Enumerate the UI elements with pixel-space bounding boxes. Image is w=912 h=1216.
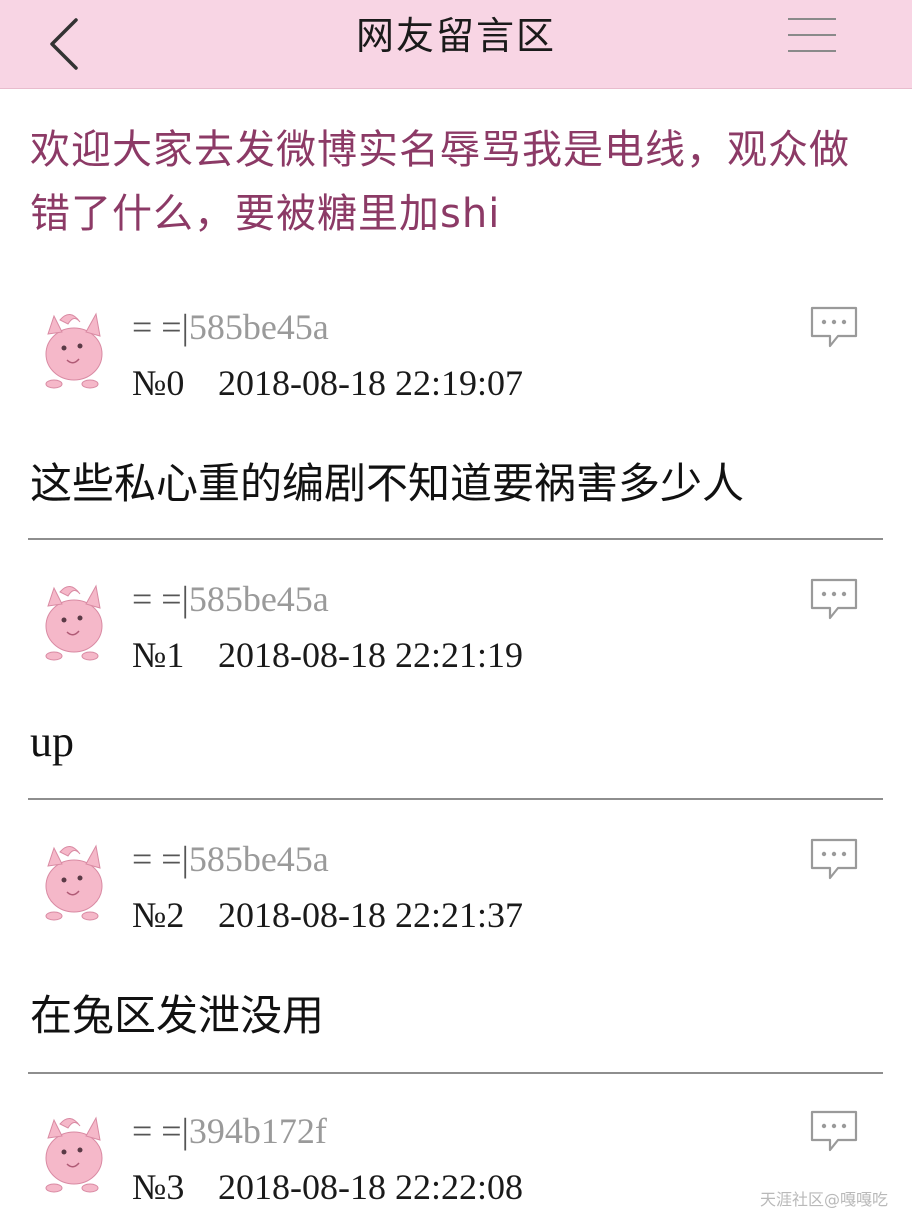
username[interactable]: = =|585be45a xyxy=(132,306,329,348)
username[interactable]: = =|585be45a xyxy=(132,578,329,620)
floor-number: №3 xyxy=(132,1167,185,1207)
user-id: 585be45a xyxy=(188,579,329,619)
reply-bubble-icon[interactable] xyxy=(808,1108,860,1154)
watermark: 天涯社区@嘎嘎吃 xyxy=(760,1190,889,1209)
avatar xyxy=(45,584,103,661)
floor-number: №0 xyxy=(132,363,185,403)
user-id: 394b172f xyxy=(188,1111,327,1151)
top-bar: 网友留言区 xyxy=(0,0,912,89)
post-meta: №3 2018-08-18 22:22:08 xyxy=(132,1166,523,1208)
divider xyxy=(28,798,883,800)
avatar xyxy=(45,844,103,921)
avatar xyxy=(45,1116,103,1193)
post-meta: №2 2018-08-18 22:21:37 xyxy=(132,894,523,936)
hamburger-menu-icon xyxy=(788,18,836,20)
comment-content: 在兔区发泄没用 xyxy=(30,991,325,1040)
page-title: 网友留言区 xyxy=(355,14,556,58)
post-time: 2018-08-18 22:19:07 xyxy=(218,363,523,403)
user-id: 585be45a xyxy=(188,839,329,879)
username-prefix: = =| xyxy=(132,307,189,347)
topic-title: 欢迎大家去发微博实名辱骂我是电线，观众做错了什么，要被糖里加shi xyxy=(30,127,850,237)
username-prefix: = =| xyxy=(132,579,189,619)
post-meta: №1 2018-08-18 22:21:19 xyxy=(132,634,523,676)
post-time: 2018-08-18 22:22:08 xyxy=(218,1167,523,1207)
post-time: 2018-08-18 22:21:37 xyxy=(218,895,523,935)
user-id: 585be45a xyxy=(188,307,329,347)
comment-content: 这些私心重的编剧不知道要祸害多少人 xyxy=(30,459,745,508)
post-time: 2018-08-18 22:21:19 xyxy=(218,635,523,675)
username[interactable]: = =|585be45a xyxy=(132,838,329,880)
comment-content: up xyxy=(30,717,74,766)
divider xyxy=(28,538,883,540)
floor-number: №2 xyxy=(132,895,185,935)
divider xyxy=(28,1072,883,1074)
menu-button[interactable] xyxy=(788,16,840,56)
username-prefix: = =| xyxy=(132,839,189,879)
post-meta: №0 2018-08-18 22:19:07 xyxy=(132,362,523,404)
avatar xyxy=(45,312,103,389)
username[interactable]: = =|394b172f xyxy=(132,1110,327,1152)
reply-bubble-icon[interactable] xyxy=(808,304,860,350)
reply-bubble-icon[interactable] xyxy=(808,576,860,622)
username-prefix: = =| xyxy=(132,1111,189,1151)
reply-bubble-icon[interactable] xyxy=(808,836,860,882)
floor-number: №1 xyxy=(132,635,185,675)
